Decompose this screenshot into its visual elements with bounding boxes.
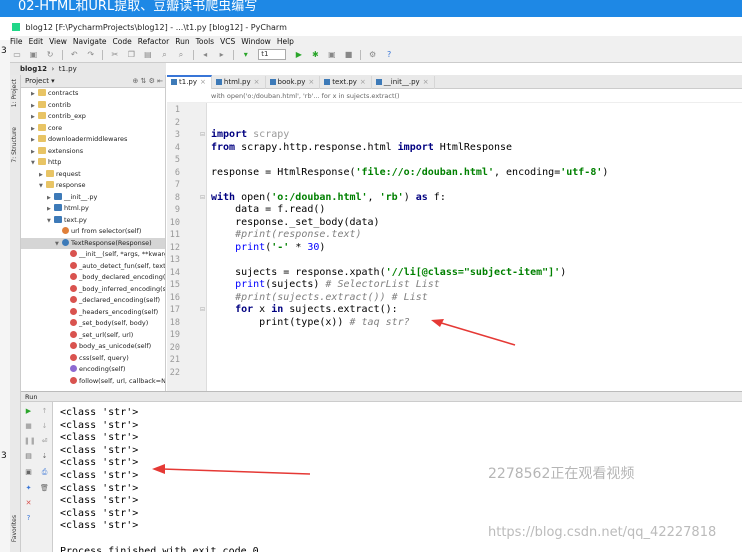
url-watermark: https://blog.csdn.net/qq_42227818: [488, 525, 717, 540]
screen: 02-HTML和URL提取、豆瓣读书爬虫编写 3 3 blog12 [F:\Py…: [0, 0, 742, 552]
annotation-arrow-line: [161, 468, 311, 475]
viewer-watermark: 2278562正在观看视频: [488, 466, 635, 482]
annotation-arrow-head: [152, 464, 165, 474]
annotation-arrow-line: [437, 321, 516, 346]
